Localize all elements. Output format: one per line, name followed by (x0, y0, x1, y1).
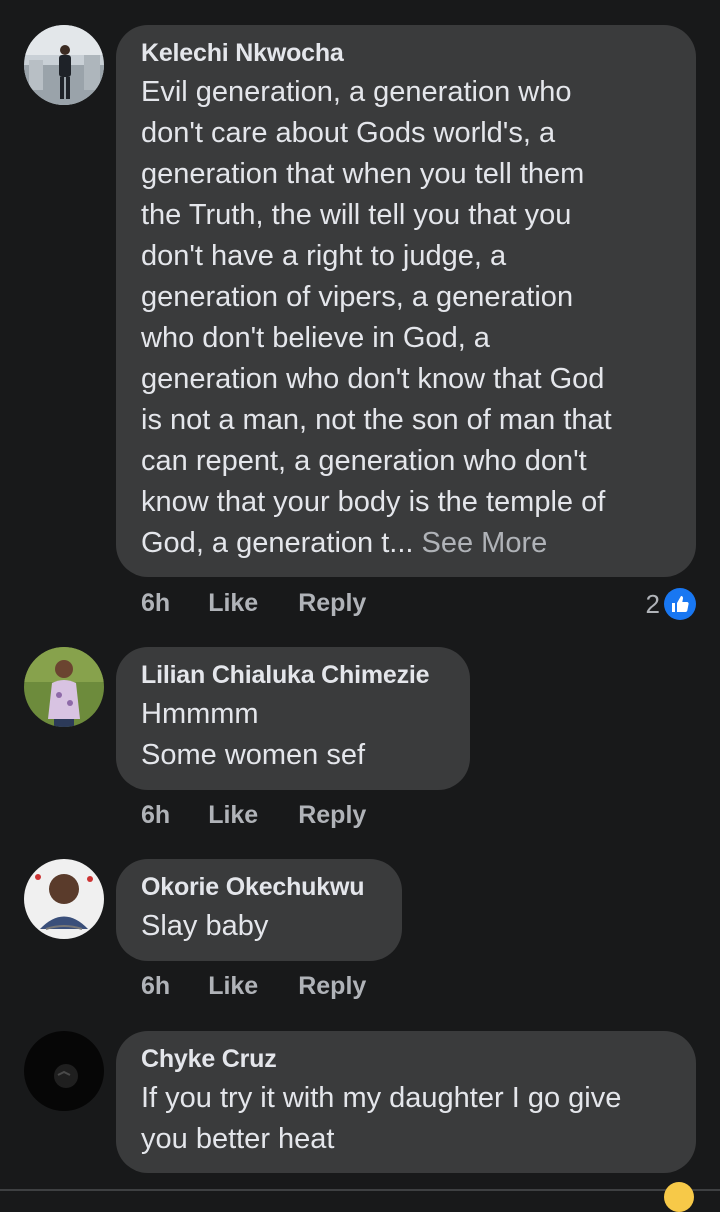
comment-author[interactable]: Okorie Okechukwu (141, 871, 378, 903)
comment-actions: 6h Like Reply (141, 972, 366, 1001)
comment-bubble[interactable]: Okorie Okechukwu Slay baby (116, 859, 402, 961)
comment-time[interactable]: 6h (141, 589, 170, 618)
comment-4: Chyke Cruz If you try it with my daughte… (0, 1030, 720, 1189)
comment-time[interactable]: 6h (141, 972, 170, 1001)
profile-photo (24, 1031, 104, 1111)
avatar[interactable] (24, 1031, 104, 1111)
composer-bar (0, 1189, 720, 1211)
reply-button[interactable]: Reply (298, 972, 366, 1001)
comment-2: Lilian Chialuka Chimezie Hmmmm Some wome… (0, 640, 720, 850)
like-button[interactable]: Like (208, 589, 258, 618)
comment-text: Hmmmm Some women sef (141, 698, 366, 771)
comment-actions: 6h Like Reply (141, 801, 366, 830)
comment-text: If you try it with my daughter I go give… (141, 1082, 622, 1155)
comment-bubble[interactable]: Lilian Chialuka Chimezie Hmmmm Some wome… (116, 647, 470, 790)
see-more-link[interactable]: See More (413, 527, 548, 559)
profile-photo (24, 859, 104, 939)
reaction-count: 2 (645, 588, 660, 619)
comment-author[interactable]: Chyke Cruz (141, 1043, 672, 1075)
avatar[interactable] (24, 25, 104, 105)
thumbs-up-icon (664, 588, 696, 620)
like-button[interactable]: Like (208, 972, 258, 1001)
avatar[interactable] (24, 647, 104, 727)
reply-button[interactable]: Reply (298, 801, 366, 830)
profile-photo (24, 647, 104, 727)
comment-body: Evil generation, a generation who don't … (141, 76, 612, 559)
emoji-icon[interactable] (664, 1182, 694, 1212)
profile-photo (24, 25, 104, 105)
comment-author[interactable]: Kelechi Nkwocha (141, 37, 672, 69)
comment-text: Evil generation, a generation who don't … (141, 72, 672, 564)
like-button[interactable]: Like (208, 801, 258, 830)
reply-button[interactable]: Reply (298, 589, 366, 618)
reaction-summary[interactable]: 2 (646, 588, 696, 620)
comment-text: Slay baby (141, 910, 269, 942)
comment-1: Kelechi Nkwocha Evil generation, a gener… (0, 0, 720, 640)
comment-3: Okorie Okechukwu Slay baby 6h Like Reply (0, 850, 720, 1030)
comment-author[interactable]: Lilian Chialuka Chimezie (141, 659, 446, 691)
comment-time[interactable]: 6h (141, 801, 170, 830)
comment-bubble[interactable]: Chyke Cruz If you try it with my daughte… (116, 1031, 696, 1173)
comment-bubble[interactable]: Kelechi Nkwocha Evil generation, a gener… (116, 25, 696, 577)
avatar[interactable] (24, 859, 104, 939)
comment-actions: 6h Like Reply (141, 589, 366, 618)
